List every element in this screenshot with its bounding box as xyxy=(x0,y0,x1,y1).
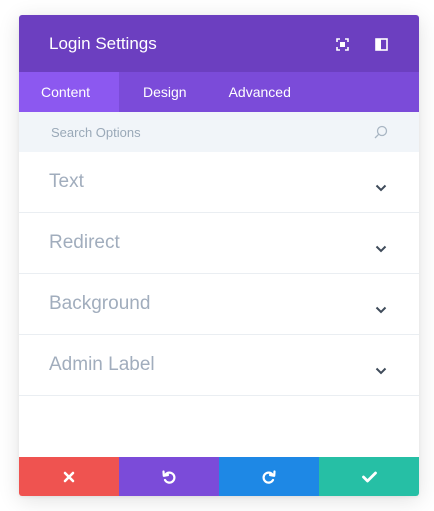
chevron-down-icon[interactable] xyxy=(375,240,387,258)
chevron-down-icon[interactable] xyxy=(375,362,387,380)
redo-button[interactable] xyxy=(219,457,319,496)
search-icon[interactable] xyxy=(374,125,388,144)
tab-design[interactable]: Design xyxy=(119,72,211,112)
section-text[interactable]: Text xyxy=(19,152,419,213)
expand-icon[interactable] xyxy=(335,37,349,51)
chevron-down-icon[interactable] xyxy=(375,179,387,197)
sidebar-icon[interactable] xyxy=(374,37,388,51)
section-label: Admin Label xyxy=(49,354,155,375)
section-admin-label[interactable]: Admin Label xyxy=(19,335,419,396)
section-label: Text xyxy=(49,171,84,192)
settings-modal: Login Settings Content Design Advanced S… xyxy=(19,15,419,496)
tab-bar: Content Design Advanced xyxy=(19,72,419,112)
undo-button[interactable] xyxy=(119,457,219,496)
tab-content[interactable]: Content xyxy=(19,72,119,112)
cancel-button[interactable] xyxy=(19,457,119,496)
search-bar xyxy=(19,112,419,152)
modal-header: Login Settings xyxy=(19,15,419,72)
check-icon xyxy=(361,471,377,482)
close-icon xyxy=(63,471,75,482)
section-redirect[interactable]: Redirect xyxy=(19,213,419,274)
tab-advanced[interactable]: Advanced xyxy=(211,72,309,112)
modal-title: Login Settings xyxy=(49,33,157,53)
save-button[interactable] xyxy=(319,457,419,496)
modal-footer xyxy=(19,457,419,496)
redo-icon xyxy=(262,469,276,484)
section-label: Background xyxy=(49,293,151,314)
section-label: Redirect xyxy=(49,232,120,253)
search-input[interactable] xyxy=(49,123,353,141)
section-background[interactable]: Background xyxy=(19,274,419,335)
undo-icon xyxy=(162,469,176,484)
chevron-down-icon[interactable] xyxy=(375,301,387,319)
